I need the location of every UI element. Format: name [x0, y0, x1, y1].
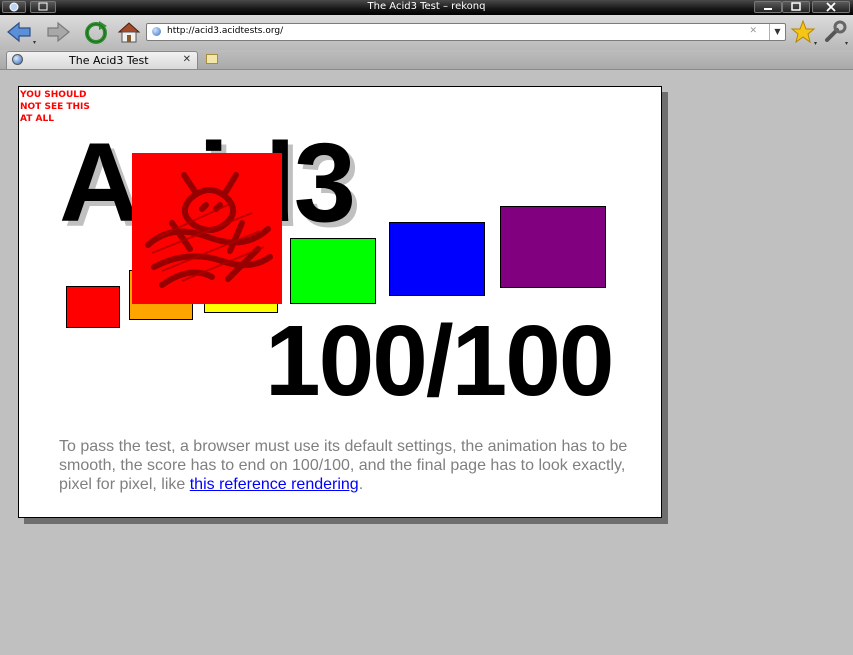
forward-button[interactable] [45, 18, 75, 46]
tab-bar: The Acid3 Test ✕ [0, 50, 853, 70]
tools-menu-button[interactable] [821, 18, 851, 46]
window-title: The Acid3 Test – rekonq [367, 1, 486, 12]
url-input[interactable]: http://acid3.acidtests.org/ [167, 26, 283, 36]
bucket-4 [290, 238, 376, 304]
reference-rendering-link[interactable]: this reference rendering [190, 476, 359, 493]
bucket-5 [389, 222, 485, 296]
bucket-1 [66, 286, 120, 328]
web-viewport[interactable]: YOU SHOULD NOT SEE THIS AT ALL Acid3 100… [0, 70, 853, 655]
instructions-paragraph: To pass the test, a browser must use its… [59, 437, 629, 494]
acid3-page: YOU SHOULD NOT SEE THIS AT ALL Acid3 100… [18, 86, 662, 518]
forward-arrow-icon [47, 21, 70, 43]
minimize-icon[interactable] [754, 1, 782, 13]
navigation-toolbar: http://acid3.acidtests.org/ ✕ ▼ [0, 15, 853, 51]
error-overlay [132, 153, 282, 304]
star-icon [790, 19, 817, 45]
site-favicon-icon [152, 27, 161, 36]
back-arrow-icon [7, 21, 36, 44]
home-button[interactable] [115, 18, 145, 46]
tab-acid3[interactable]: The Acid3 Test ✕ [6, 51, 198, 69]
wrench-icon [825, 20, 848, 45]
instructions-end: . [358, 476, 364, 493]
maximize-icon[interactable] [782, 1, 810, 13]
close-window-icon[interactable] [812, 1, 850, 13]
url-bar[interactable]: http://acid3.acidtests.org/ ✕ ▼ [146, 23, 786, 41]
back-button[interactable] [4, 18, 36, 46]
tab-label: The Acid3 Test [69, 54, 149, 67]
window-title-bar: The Acid3 Test – rekonq [0, 0, 853, 15]
home-icon [117, 22, 141, 43]
bucket-6 [500, 206, 606, 288]
url-history-dropdown[interactable]: ▼ [769, 24, 785, 40]
test-score: 100/100 [265, 305, 614, 417]
tab-favicon-icon [12, 54, 23, 65]
close-tab-icon[interactable]: ✕ [183, 54, 191, 65]
clear-url-icon[interactable]: ✕ [749, 26, 757, 36]
new-tab-icon[interactable] [206, 54, 218, 64]
failure-glyph-icon [145, 172, 273, 288]
bookmark-button[interactable] [789, 18, 819, 46]
reload-button[interactable] [83, 18, 113, 46]
reload-icon [85, 21, 107, 44]
